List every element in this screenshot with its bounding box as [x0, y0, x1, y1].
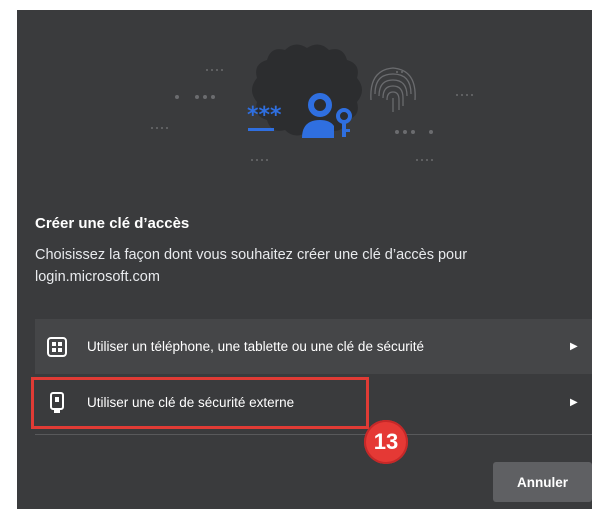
dialog-description: Choisissez la façon dont vous souhaitez … [35, 247, 468, 285]
passkey-dialog: *** Créer une clé d’accès Choisissez la … [17, 10, 592, 509]
password-dots-icon: *** [247, 103, 282, 131]
dialog-title: Créer une clé d’accès [35, 215, 190, 232]
option-phone-tablet-security-key[interactable]: Utiliser un téléphone, une tablette ou u… [35, 319, 592, 374]
chevron-right-icon: ▶ [570, 397, 578, 408]
cancel-button[interactable]: Annuler [493, 462, 592, 502]
chevron-right-icon: ▶ [570, 341, 578, 352]
passkey-illustration: *** [151, 44, 473, 161]
fingerprint-icon [370, 67, 416, 112]
step-highlight-box [31, 377, 369, 429]
qr-phone-icon [46, 336, 68, 358]
option-label: Utiliser un téléphone, une tablette ou u… [87, 339, 424, 354]
divider [35, 434, 592, 435]
svg-text:***: *** [247, 103, 282, 128]
step-number-badge: 13 [364, 420, 408, 464]
